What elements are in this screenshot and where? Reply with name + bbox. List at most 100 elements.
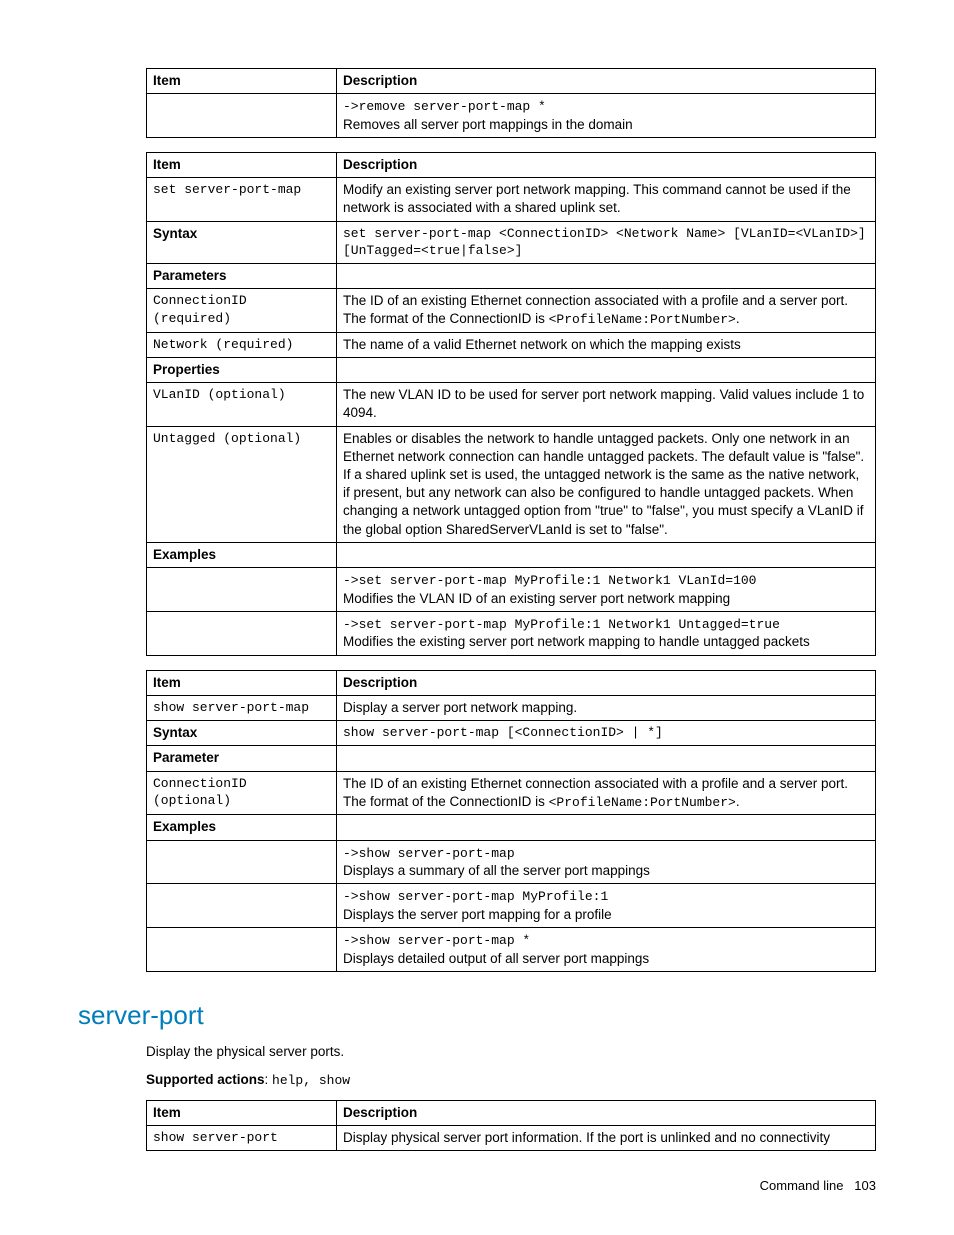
supported-actions-list: help, show [272, 1073, 350, 1088]
cell-empty [147, 568, 337, 612]
table-row: Syntax set server-port-map <ConnectionID… [147, 221, 876, 263]
cell-syntax-code: set server-port-map <ConnectionID> <Netw… [337, 221, 876, 263]
code-text: ->show server-port-map MyProfile:1 [343, 889, 608, 904]
table-row: VLanID (optional) The new VLAN ID to be … [147, 383, 876, 426]
cell-command: show server-port [147, 1125, 337, 1150]
code-text: ->show server-port-map [343, 846, 515, 861]
cell-parameter-label: Parameter [147, 746, 337, 771]
cell-empty [337, 263, 876, 288]
table-row: show server-port-map Display a server po… [147, 695, 876, 720]
col-header-item: Item [147, 670, 337, 695]
cell-param-name: ConnectionID (optional) [147, 771, 337, 815]
table-row: Examples [147, 815, 876, 840]
desc-text: Displays detailed output of all server p… [343, 951, 649, 966]
table-row: show server-port Display physical server… [147, 1125, 876, 1150]
table-row: Parameters [147, 263, 876, 288]
cell-desc: Enables or disables the network to handl… [337, 426, 876, 542]
table-show-server-port: Item Description show server-port Displa… [146, 1100, 876, 1151]
desc-text: Modifies the existing server port networ… [343, 634, 810, 649]
separator: : [265, 1072, 273, 1087]
desc-text: Displays the server port mapping for a p… [343, 907, 612, 922]
code-text: ->set server-port-map MyProfile:1 Networ… [343, 617, 780, 632]
cell-properties-label: Properties [147, 357, 337, 382]
cell-empty [147, 840, 337, 884]
table-row: ->show server-port-map * Displays detail… [147, 928, 876, 972]
section-heading-server-port: server-port [78, 998, 876, 1033]
cell-example: ->show server-port-map * Displays detail… [337, 928, 876, 972]
cell-param-name: Network (required) [147, 332, 337, 357]
cell-desc: ->remove server-port-map * Removes all s… [337, 94, 876, 138]
cell-empty [337, 746, 876, 771]
footer-label: Command line [760, 1178, 844, 1193]
table-show-server-port-map: Item Description show server-port-map Di… [146, 670, 876, 972]
table-row: Syntax show server-port-map [<Connection… [147, 721, 876, 746]
table-row: Network (required) The name of a valid E… [147, 332, 876, 357]
cell-desc: The name of a valid Ethernet network on … [337, 332, 876, 357]
table-header-row: Item Description [147, 1100, 876, 1125]
cell-command: set server-port-map [147, 178, 337, 221]
supported-actions-line: Supported actions: help, show [146, 1071, 876, 1090]
cell-prop-name: VLanID (optional) [147, 383, 337, 426]
desc-text: Modifies the VLAN ID of an existing serv… [343, 591, 730, 606]
cell-examples-label: Examples [147, 542, 337, 567]
desc-text: . [736, 311, 740, 326]
col-header-desc: Description [337, 152, 876, 177]
cell-example: ->set server-port-map MyProfile:1 Networ… [337, 611, 876, 655]
cell-syntax-label: Syntax [147, 221, 337, 263]
cell-empty [337, 357, 876, 382]
cell-param-name: ConnectionID (required) [147, 288, 337, 332]
code-text: ->set server-port-map MyProfile:1 Networ… [343, 573, 756, 588]
table-row: ->show server-port-map MyProfile:1 Displ… [147, 884, 876, 928]
col-header-desc: Description [337, 670, 876, 695]
footer-page-number: 103 [854, 1178, 876, 1193]
cell-prop-name: Untagged (optional) [147, 426, 337, 542]
col-header-item: Item [147, 1100, 337, 1125]
table-row: Parameter [147, 746, 876, 771]
table-row: ->set server-port-map MyProfile:1 Networ… [147, 568, 876, 612]
cell-empty [147, 884, 337, 928]
table-row: ConnectionID (optional) The ID of an exi… [147, 771, 876, 815]
page-footer: Command line 103 [78, 1177, 876, 1195]
table-row: ->set server-port-map MyProfile:1 Networ… [147, 611, 876, 655]
cell-empty [337, 542, 876, 567]
cell-desc: Display a server port network mapping. [337, 695, 876, 720]
table-row: set server-port-map Modify an existing s… [147, 178, 876, 221]
cell-syntax-label: Syntax [147, 721, 337, 746]
cell-syntax-code: show server-port-map [<ConnectionID> | *… [337, 721, 876, 746]
table-row: Untagged (optional) Enables or disables … [147, 426, 876, 542]
supported-actions-label: Supported actions [146, 1072, 265, 1087]
table-set-server-port-map: Item Description set server-port-map Mod… [146, 152, 876, 656]
desc-text: Removes all server port mappings in the … [343, 117, 633, 132]
cell-example: ->show server-port-map Displays a summar… [337, 840, 876, 884]
code-text: ->remove server-port-map * [343, 99, 546, 114]
cell-examples-label: Examples [147, 815, 337, 840]
table-header-row: Item Description [147, 69, 876, 94]
cell-desc: The ID of an existing Ethernet connectio… [337, 288, 876, 332]
table-row: Examples [147, 542, 876, 567]
col-header-desc: Description [337, 1100, 876, 1125]
section-intro: Display the physical server ports. [146, 1043, 876, 1061]
code-text: ->show server-port-map * [343, 933, 530, 948]
code-text: <ProfileName:PortNumber> [549, 312, 736, 327]
table-header-row: Item Description [147, 670, 876, 695]
table-row: ->show server-port-map Displays a summar… [147, 840, 876, 884]
table-remove-server-port-map: Item Description ->remove server-port-ma… [146, 68, 876, 138]
code-text: <ProfileName:PortNumber> [549, 795, 736, 810]
cell-desc: Modify an existing server port network m… [337, 178, 876, 221]
cell-desc: The new VLAN ID to be used for server po… [337, 383, 876, 426]
cell-empty [337, 815, 876, 840]
cell-item [147, 94, 337, 138]
table-row: ->remove server-port-map * Removes all s… [147, 94, 876, 138]
cell-empty [147, 928, 337, 972]
col-header-desc: Description [337, 69, 876, 94]
cell-example: ->show server-port-map MyProfile:1 Displ… [337, 884, 876, 928]
cell-desc: Display physical server port information… [337, 1125, 876, 1150]
table-row: ConnectionID (required) The ID of an exi… [147, 288, 876, 332]
col-header-item: Item [147, 152, 337, 177]
col-header-item: Item [147, 69, 337, 94]
desc-text: Displays a summary of all the server por… [343, 863, 650, 878]
cell-parameters-label: Parameters [147, 263, 337, 288]
cell-desc: The ID of an existing Ethernet connectio… [337, 771, 876, 815]
desc-text: . [736, 794, 740, 809]
table-row: Properties [147, 357, 876, 382]
